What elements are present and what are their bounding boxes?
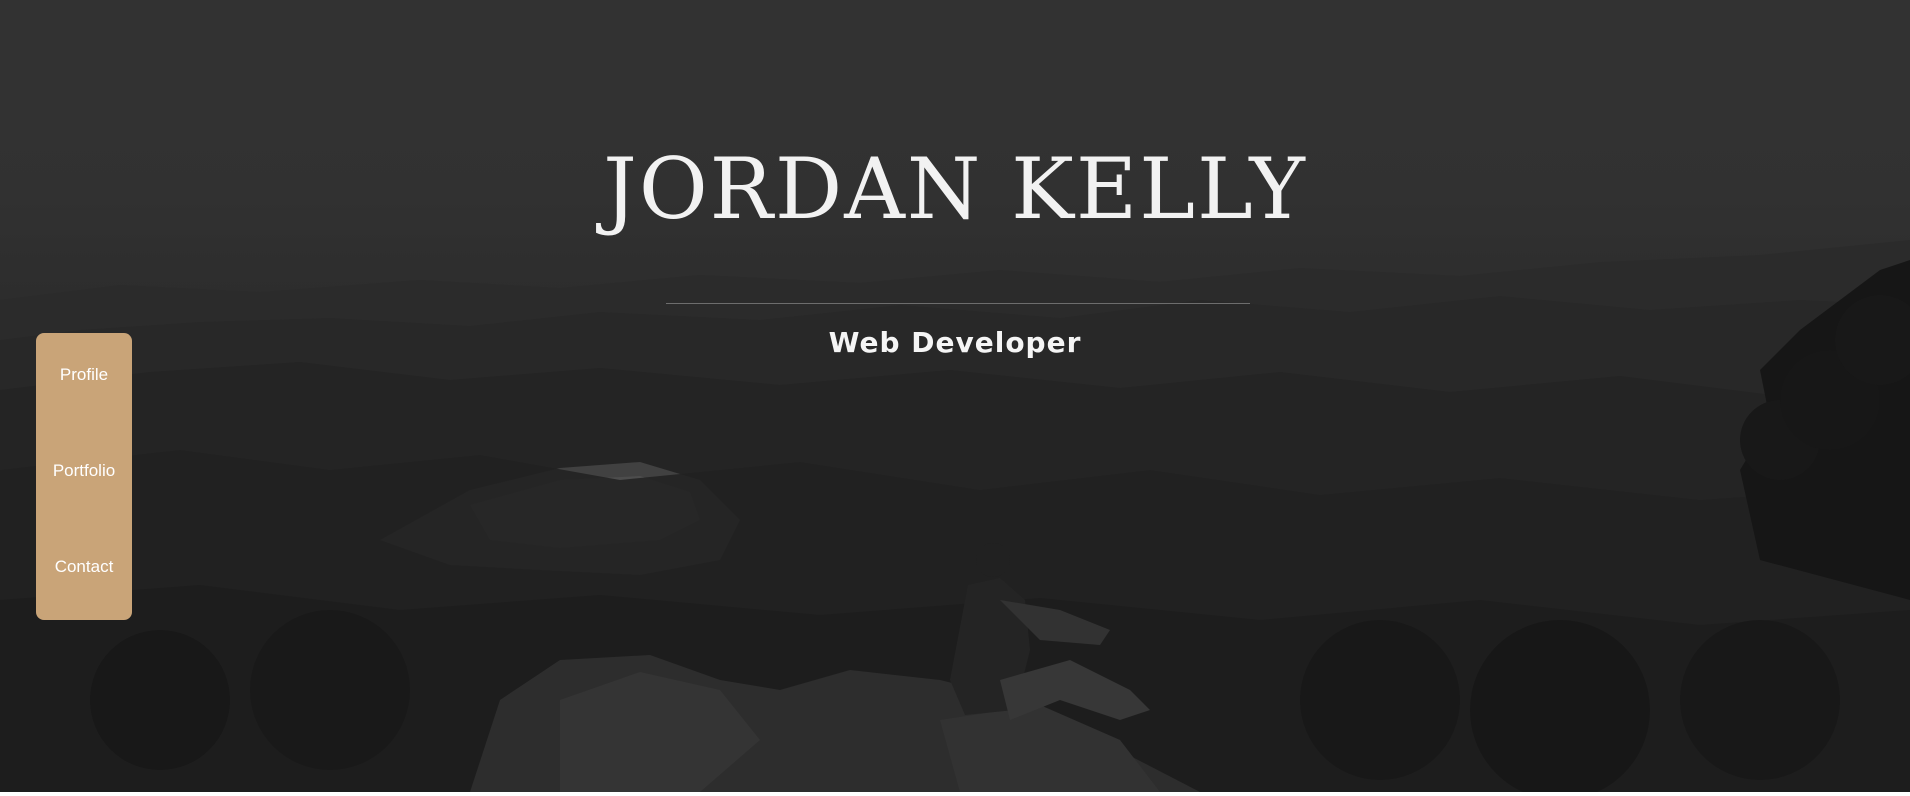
hero-subtitle: Web Developer — [828, 326, 1082, 359]
page-bottom-edge — [0, 792, 1910, 796]
background-landscape-image — [0, 0, 1910, 792]
side-navigation: Profile Portfolio Contact — [36, 333, 132, 620]
nav-item-portfolio[interactable]: Portfolio — [36, 461, 132, 481]
title-divider — [666, 303, 1250, 304]
hero-section: JORDAN KELLY Web Developer Profile Portf… — [0, 0, 1910, 792]
nav-item-contact[interactable]: Contact — [36, 557, 132, 577]
hero-title: JORDAN KELLY — [603, 140, 1307, 238]
nav-item-profile[interactable]: Profile — [36, 365, 132, 385]
